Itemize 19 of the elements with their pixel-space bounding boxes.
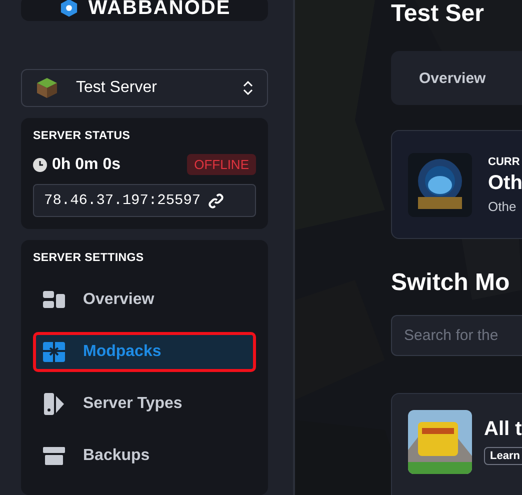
nav-item[interactable]: Server Types: [33, 384, 256, 424]
nav-item[interactable]: Backups: [33, 436, 256, 476]
nav-item[interactable]: Modpacks: [33, 332, 256, 372]
server-select[interactable]: Test Server: [21, 68, 268, 108]
section-heading: SERVER SETTINGS: [33, 252, 145, 264]
archive-icon: [43, 447, 65, 466]
address-field[interactable]: 78.46.37.197:25597: [33, 184, 256, 218]
clock-icon: [33, 158, 47, 172]
tag-icon: [43, 393, 65, 416]
status-badge: OFFLINE: [187, 154, 256, 176]
section-heading: SERVER STATUS: [33, 130, 132, 142]
chevron-updown-icon: [243, 81, 253, 96]
uptime: 0h 0m 0s: [52, 156, 120, 174]
grass-block-icon: [36, 77, 58, 100]
logo-text: WABBANODE: [88, 0, 231, 18]
link-icon[interactable]: [206, 192, 225, 210]
nav-item[interactable]: Overview: [33, 280, 256, 320]
package-icon: [43, 342, 65, 362]
overview-icon: [43, 291, 65, 310]
